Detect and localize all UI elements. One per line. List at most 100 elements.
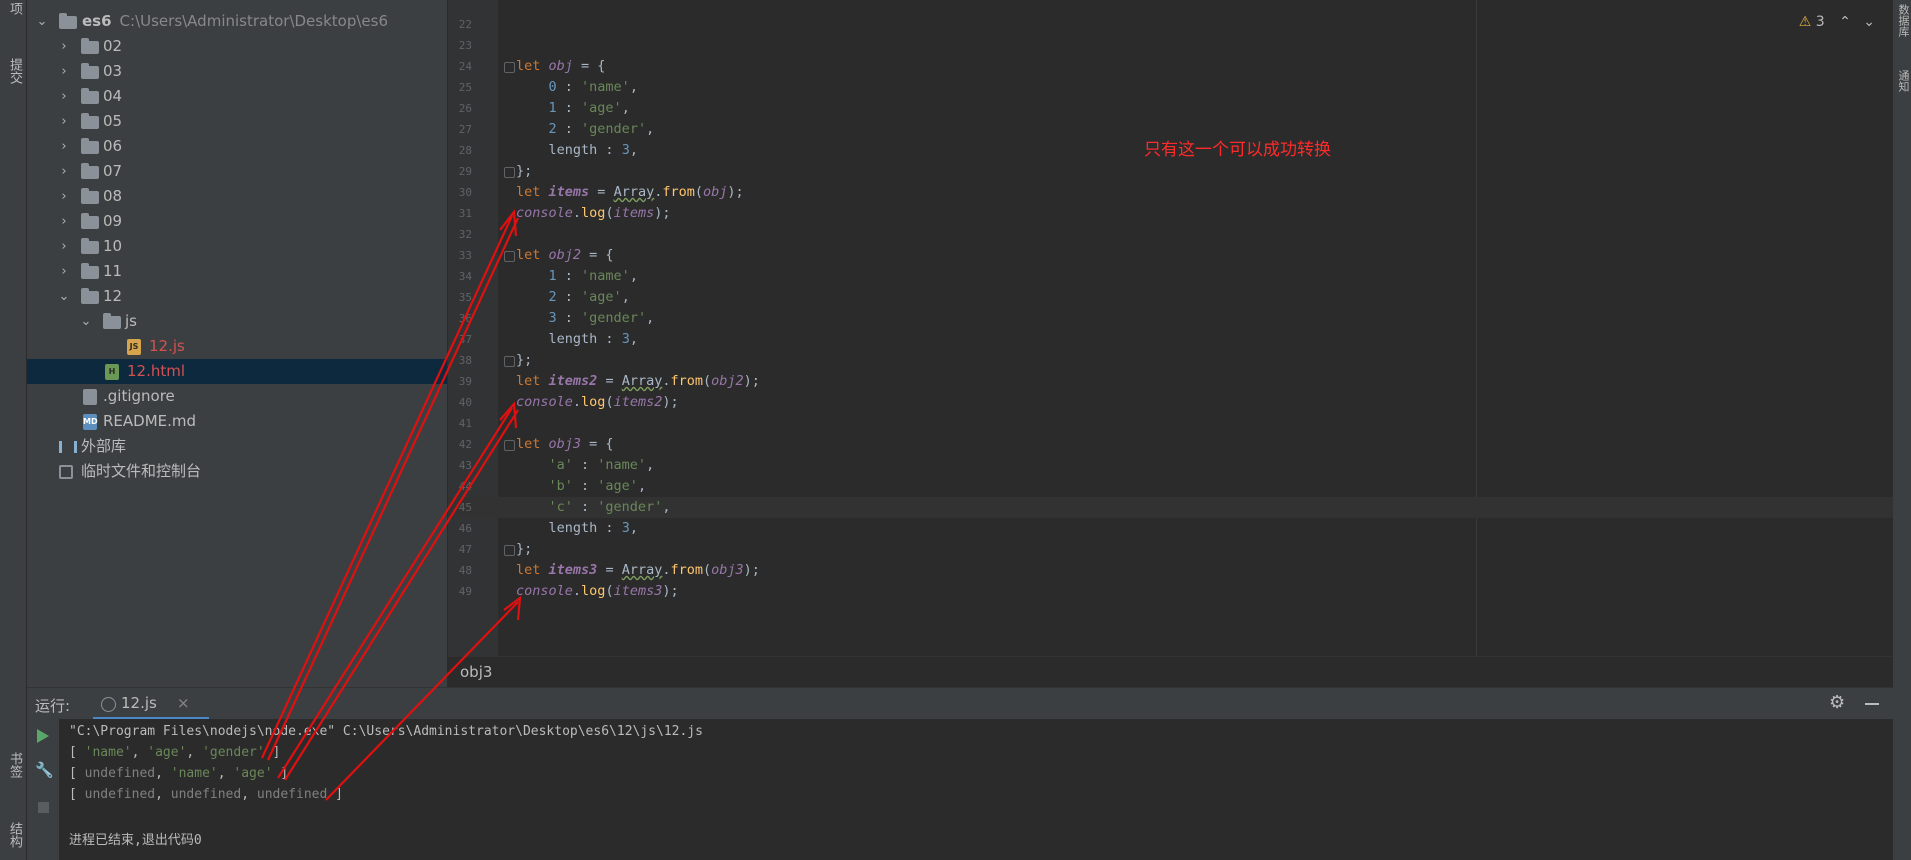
tree-external-libraries[interactable]: 外部库 (27, 434, 447, 459)
run-tab-12-js[interactable]: 12.js × (93, 688, 209, 720)
chevron-right-icon[interactable]: › (57, 259, 71, 284)
chevron-right-icon[interactable]: › (57, 159, 71, 184)
code-editor[interactable]: 22 23 24 let obj = {25 0 : 'name', 26 1 : 'a… (448, 0, 1893, 656)
database-tool-tab[interactable]: 数据库 (1895, 4, 1911, 37)
code-line[interactable]: 48 let items3 = Array.from(obj3); (448, 560, 1893, 581)
line-number: 28 (458, 144, 472, 157)
structure-tool-tab[interactable]: 结构 (5, 822, 24, 848)
code-line[interactable]: 37 length : 3, (448, 329, 1893, 350)
tree-root-es6[interactable]: ⌄ es6 C:\Users\Administrator\Desktop\es6 (27, 9, 447, 34)
tree-folder[interactable]: › 10 (27, 234, 447, 259)
chevron-right-icon[interactable]: › (57, 109, 71, 134)
code-text: let obj3 = { (516, 436, 614, 452)
line-number: 40 (458, 396, 472, 409)
code-line[interactable]: 43 'a' : 'name', (448, 455, 1893, 476)
fold-marker-icon[interactable] (504, 167, 515, 178)
code-line[interactable]: 30 let items = Array.from(obj); (448, 182, 1893, 203)
tree-folder[interactable]: › 03 (27, 59, 447, 84)
code-line[interactable]: 39 let items2 = Array.from(obj2); (448, 371, 1893, 392)
tree-folder[interactable]: › 11 (27, 259, 447, 284)
chevron-down-icon[interactable]: ⌄ (79, 309, 93, 334)
code-line[interactable]: 38}; (448, 350, 1893, 371)
tree-folder[interactable]: › 07 (27, 159, 447, 184)
line-number: 46 (458, 522, 472, 535)
console-exit-message: 进程已结束,退出代码0 (69, 833, 202, 848)
wrench-icon[interactable]: 🔧 (35, 761, 54, 779)
code-line[interactable]: 49 console.log(items3); (448, 581, 1893, 602)
chevron-right-icon[interactable]: › (57, 84, 71, 109)
code-text: let items3 = Array.from(obj3); (516, 562, 760, 578)
code-line[interactable]: 45 'c' : 'gender', (448, 497, 1893, 518)
tree-folder[interactable]: › 06 (27, 134, 447, 159)
folder-icon (103, 313, 121, 329)
chevron-right-icon[interactable]: › (57, 134, 71, 159)
chevron-down-icon[interactable]: ⌄ (35, 9, 49, 34)
chevron-down-icon[interactable]: ⌄ (1863, 14, 1875, 30)
chevron-right-icon[interactable]: › (57, 59, 71, 84)
stop-icon[interactable] (38, 802, 49, 813)
tree-folder[interactable]: › 05 (27, 109, 447, 134)
code-line[interactable]: 35 2 : 'age', (448, 287, 1893, 308)
tree-file-12-js[interactable]: JS 12.js (27, 334, 447, 359)
code-line[interactable]: 25 0 : 'name', (448, 77, 1893, 98)
code-text: 'c' : 'gender', (548, 499, 671, 515)
commit-tool-tab[interactable]: 提交 (5, 58, 24, 84)
code-line[interactable]: 22 (448, 14, 1893, 35)
tree-file-readme[interactable]: MD README.md (27, 409, 447, 434)
chevron-right-icon[interactable]: › (57, 184, 71, 209)
code-line[interactable]: 29}; (448, 161, 1893, 182)
tree-folder[interactable]: › 09 (27, 209, 447, 234)
code-line[interactable]: 41 (448, 413, 1893, 434)
folder-label: 12 (103, 287, 123, 305)
gear-icon[interactable]: ⚙ (1829, 692, 1845, 713)
bookmarks-tool-tab[interactable]: 书签 (5, 752, 24, 778)
minimize-icon[interactable] (1865, 703, 1879, 705)
breadcrumb-item[interactable]: obj3 (460, 663, 492, 681)
line-number: 38 (458, 354, 472, 367)
file-label: README.md (103, 412, 197, 430)
code-line[interactable]: 46 length : 3, (448, 518, 1893, 539)
markdown-file-icon: MD (83, 414, 98, 430)
chevron-right-icon[interactable]: › (57, 234, 71, 259)
close-icon[interactable]: × (177, 694, 190, 712)
code-line[interactable]: 24 let obj = { (448, 56, 1893, 77)
fold-marker-icon[interactable] (504, 545, 515, 556)
code-text: let items = Array.from(obj); (516, 184, 744, 200)
code-line[interactable]: 42 let obj3 = { (448, 434, 1893, 455)
project-tool-tab[interactable]: 项 (5, 2, 24, 15)
code-line[interactable]: 31 console.log(items); (448, 203, 1893, 224)
code-line[interactable]: 47}; (448, 539, 1893, 560)
tree-folder-js[interactable]: ⌄ js (27, 309, 447, 334)
code-line[interactable]: 33 let obj2 = { (448, 245, 1893, 266)
annotation-text: 只有这一个可以成功转换 (1144, 140, 1331, 160)
rerun-icon[interactable] (37, 729, 49, 743)
fold-marker-icon[interactable] (504, 440, 515, 451)
run-tab-label: 12.js (121, 694, 157, 712)
tree-folder-12[interactable]: ⌄ 12 (27, 284, 447, 309)
code-line[interactable]: 26 1 : 'age', (448, 98, 1893, 119)
chevron-up-icon[interactable]: ⌃ (1839, 14, 1851, 30)
code-text: }; (516, 352, 533, 368)
code-line[interactable]: 34 1 : 'name', (448, 266, 1893, 287)
fold-marker-icon[interactable] (504, 251, 515, 262)
folder-label: 02 (103, 37, 123, 55)
code-line[interactable]: 23 (448, 35, 1893, 56)
chevron-right-icon[interactable]: › (57, 209, 71, 234)
code-line[interactable]: 44 'b' : 'age', (448, 476, 1893, 497)
fold-marker-icon[interactable] (504, 62, 515, 73)
chevron-right-icon[interactable]: › (57, 34, 71, 59)
fold-marker-icon[interactable] (504, 356, 515, 367)
tree-folder[interactable]: › 04 (27, 84, 447, 109)
code-line[interactable]: 32 (448, 224, 1893, 245)
chevron-down-icon[interactable]: ⌄ (57, 284, 71, 309)
inspection-widget[interactable]: ⚠ 3 ⌃ ⌄ (1799, 14, 1875, 30)
code-line[interactable]: 36 3 : 'gender', (448, 308, 1893, 329)
tree-file-gitignore[interactable]: .gitignore (27, 384, 447, 409)
tree-folder[interactable]: › 02 (27, 34, 447, 59)
tree-scratches[interactable]: 临时文件和控制台 (27, 459, 447, 484)
tree-folder[interactable]: › 08 (27, 184, 447, 209)
code-line[interactable]: 40 console.log(items2); (448, 392, 1893, 413)
run-console[interactable]: "C:\Program Files\nodejs\node.exe" C:\Us… (27, 719, 1893, 860)
notifications-tool-tab[interactable]: 通知 (1895, 70, 1911, 92)
tree-file-12-html[interactable]: H 12.html (27, 359, 447, 384)
